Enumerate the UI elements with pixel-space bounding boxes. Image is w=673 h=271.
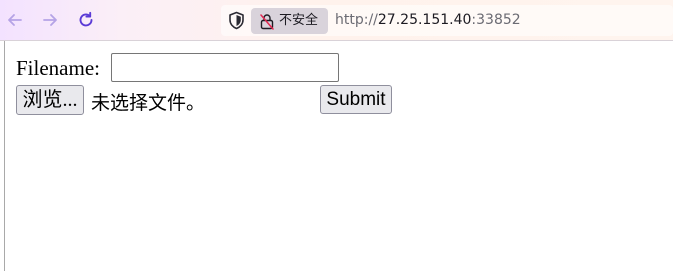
reload-button[interactable]	[74, 8, 98, 32]
shield-icon[interactable]	[228, 11, 245, 30]
url-text[interactable]: http://27.25.151.40:33852	[335, 11, 521, 29]
connection-security-button[interactable]: 不安全	[251, 8, 328, 34]
no-file-selected-text: 未选择文件。	[91, 92, 206, 114]
filename-input[interactable]	[111, 53, 339, 82]
submit-button[interactable]: Submit	[320, 85, 392, 114]
url-host: 27.25.151.40	[377, 12, 472, 28]
forward-button[interactable]	[38, 8, 62, 32]
insecure-lock-icon	[260, 14, 274, 30]
browser-toolbar: 不安全 http://27.25.151.40:33852	[0, 0, 673, 41]
content-left-border	[4, 41, 5, 271]
insecure-label: 不安全	[279, 13, 319, 28]
back-button[interactable]	[3, 8, 27, 32]
url-scheme: http://	[335, 12, 378, 28]
reload-icon	[79, 11, 93, 27]
url-port: :33852	[471, 12, 521, 28]
arrow-right-icon	[43, 14, 57, 26]
arrow-left-icon	[8, 14, 22, 26]
filename-label: Filename:	[16, 56, 100, 80]
browse-button[interactable]: 浏览...	[16, 85, 84, 115]
